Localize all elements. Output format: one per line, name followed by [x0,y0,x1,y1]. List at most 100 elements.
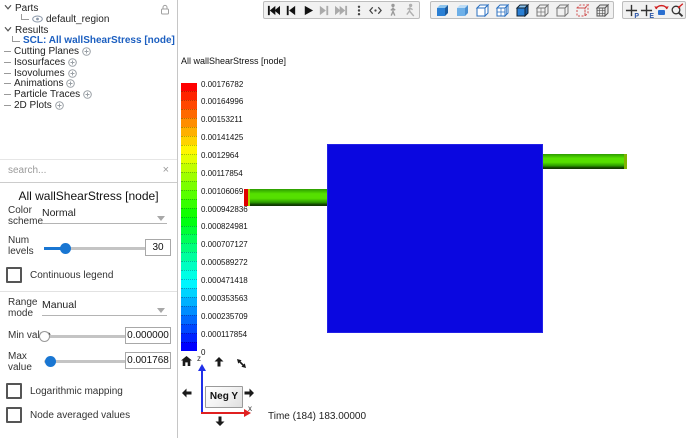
legend-tick-label: 0.0012964 [201,151,239,160]
tree-item-results[interactable]: Results [0,25,177,36]
legend-band [181,297,197,306]
legend-tick-label: 0.000589272 [201,258,248,267]
cube-hidden-line-icon[interactable] [472,3,492,18]
legend-band [181,270,197,279]
jump-to-last-icon[interactable] [333,3,350,18]
num-levels-input[interactable]: 30 [145,239,171,256]
tree-connector [4,51,11,52]
toolbar-animation-group [263,1,420,19]
legend-tick-label: 0.000707127 [201,240,248,249]
pan-down-icon[interactable] [215,416,225,426]
rotate-diagonal-icon[interactable] [236,358,247,369]
num-levels-slider-handle[interactable] [60,243,71,254]
zoom-area-icon[interactable] [669,3,684,18]
add-icon[interactable] [68,69,77,78]
tree-item-parts[interactable]: Parts [0,3,177,14]
chevron-down-icon[interactable] [157,308,165,313]
legend-band [181,243,197,252]
min-value-slider-handle[interactable] [39,331,50,342]
pan-right-icon[interactable] [244,388,254,398]
legend-band [181,100,197,109]
tree-connector [12,36,20,42]
walk-mode-icon[interactable] [384,3,401,18]
caret-down-icon[interactable] [4,25,12,36]
step-back-icon[interactable] [282,3,299,18]
tree-item-animations[interactable]: Animations [0,79,177,90]
view-rotate-tool-icon[interactable] [654,3,669,18]
legend-band [181,279,197,288]
num-levels-label: Num levels [8,235,46,257]
min-value-input[interactable]: 0.000000 [125,327,171,344]
max-value-slider-handle[interactable] [45,356,56,367]
tree-item-scl-all-wallshearstress-node-[interactable]: SCL: All wallShearStress [node] [0,35,177,46]
clear-search-icon[interactable]: × [163,164,169,176]
frame-span-icon[interactable] [367,3,384,18]
legend-band [181,127,197,136]
add-icon[interactable] [55,101,64,110]
visibility-icon[interactable] [32,15,43,23]
pan-left-icon[interactable] [182,388,192,398]
legend-band [181,306,197,315]
cube-shaded-icon[interactable] [432,3,452,18]
legend-tick-label: 0.00106069 [201,187,243,196]
legend-tick-label: 0.000471418 [201,276,248,285]
legend-band [181,261,197,270]
legend-band [181,190,197,199]
home-view-icon[interactable] [181,356,192,366]
cube-mesh-icon[interactable] [492,3,512,18]
pick-point-icon[interactable]: P [624,3,639,18]
max-value-input[interactable]: 0.001768 [125,352,171,369]
legend-tick-label: 0.00153211 [201,115,243,124]
color-scheme-dropdown[interactable]: Normal [42,207,76,219]
more-options-icon[interactable] [350,3,367,18]
tree-item-particle-traces[interactable]: Particle Traces [0,89,177,100]
dropdown-underline [42,223,167,224]
num-levels-slider[interactable] [44,247,146,250]
legend-band [181,181,197,190]
legend-band [181,145,197,154]
pan-up-icon[interactable] [214,357,224,367]
cube-smooth-shaded-icon[interactable] [452,3,472,18]
view-direction-button[interactable]: Neg Y [205,386,243,408]
tree-item-isovolumes[interactable]: Isovolumes [0,68,177,79]
pick-element-icon[interactable]: E [639,3,654,18]
tree-connector [4,62,11,63]
add-icon[interactable] [83,90,92,99]
logarithmic-mapping-checkbox[interactable] [6,383,22,399]
add-icon[interactable] [68,58,77,67]
min-value-slider[interactable] [44,335,126,338]
play-icon[interactable] [299,3,316,18]
chevron-down-icon[interactable] [157,216,165,221]
cube-dashed-icon[interactable] [572,3,592,18]
run-mode-icon[interactable] [401,3,418,18]
max-value-label: Max value [8,351,46,373]
legend-band [181,136,197,145]
cube-outline-icon[interactable] [552,3,572,18]
node-averaged-checkbox[interactable] [6,407,22,423]
tree-item-2d-plots[interactable]: 2D Plots [0,100,177,111]
add-icon[interactable] [82,47,91,56]
legend-band [181,252,197,261]
divider [0,291,177,292]
axis-x-label: x [248,404,252,413]
caret-down-icon[interactable] [4,3,12,14]
tree-item-isosurfaces[interactable]: Isosurfaces [0,57,177,68]
continuous-legend-checkbox[interactable] [6,267,22,283]
step-forward-icon[interactable] [316,3,333,18]
tree-item-default-region[interactable]: default_region [0,14,177,25]
cube-grid-icon[interactable] [592,3,612,18]
add-icon[interactable] [66,79,75,88]
search-input[interactable] [0,160,156,181]
legend-band [181,83,197,91]
tree-item-cutting-planes[interactable]: Cutting Planes [0,46,177,57]
max-value-slider[interactable] [44,360,126,363]
properties-title: All wallShearStress [node] [0,189,177,203]
range-mode-dropdown[interactable]: Manual [42,299,76,311]
legend-band [181,288,197,297]
cube-shaded-edges-icon[interactable] [512,3,532,18]
legend-bar [181,83,197,351]
axis-z [201,370,203,413]
legend-band [181,208,197,217]
jump-to-first-icon[interactable] [265,3,282,18]
cube-wireframe-mesh-icon[interactable] [532,3,552,18]
